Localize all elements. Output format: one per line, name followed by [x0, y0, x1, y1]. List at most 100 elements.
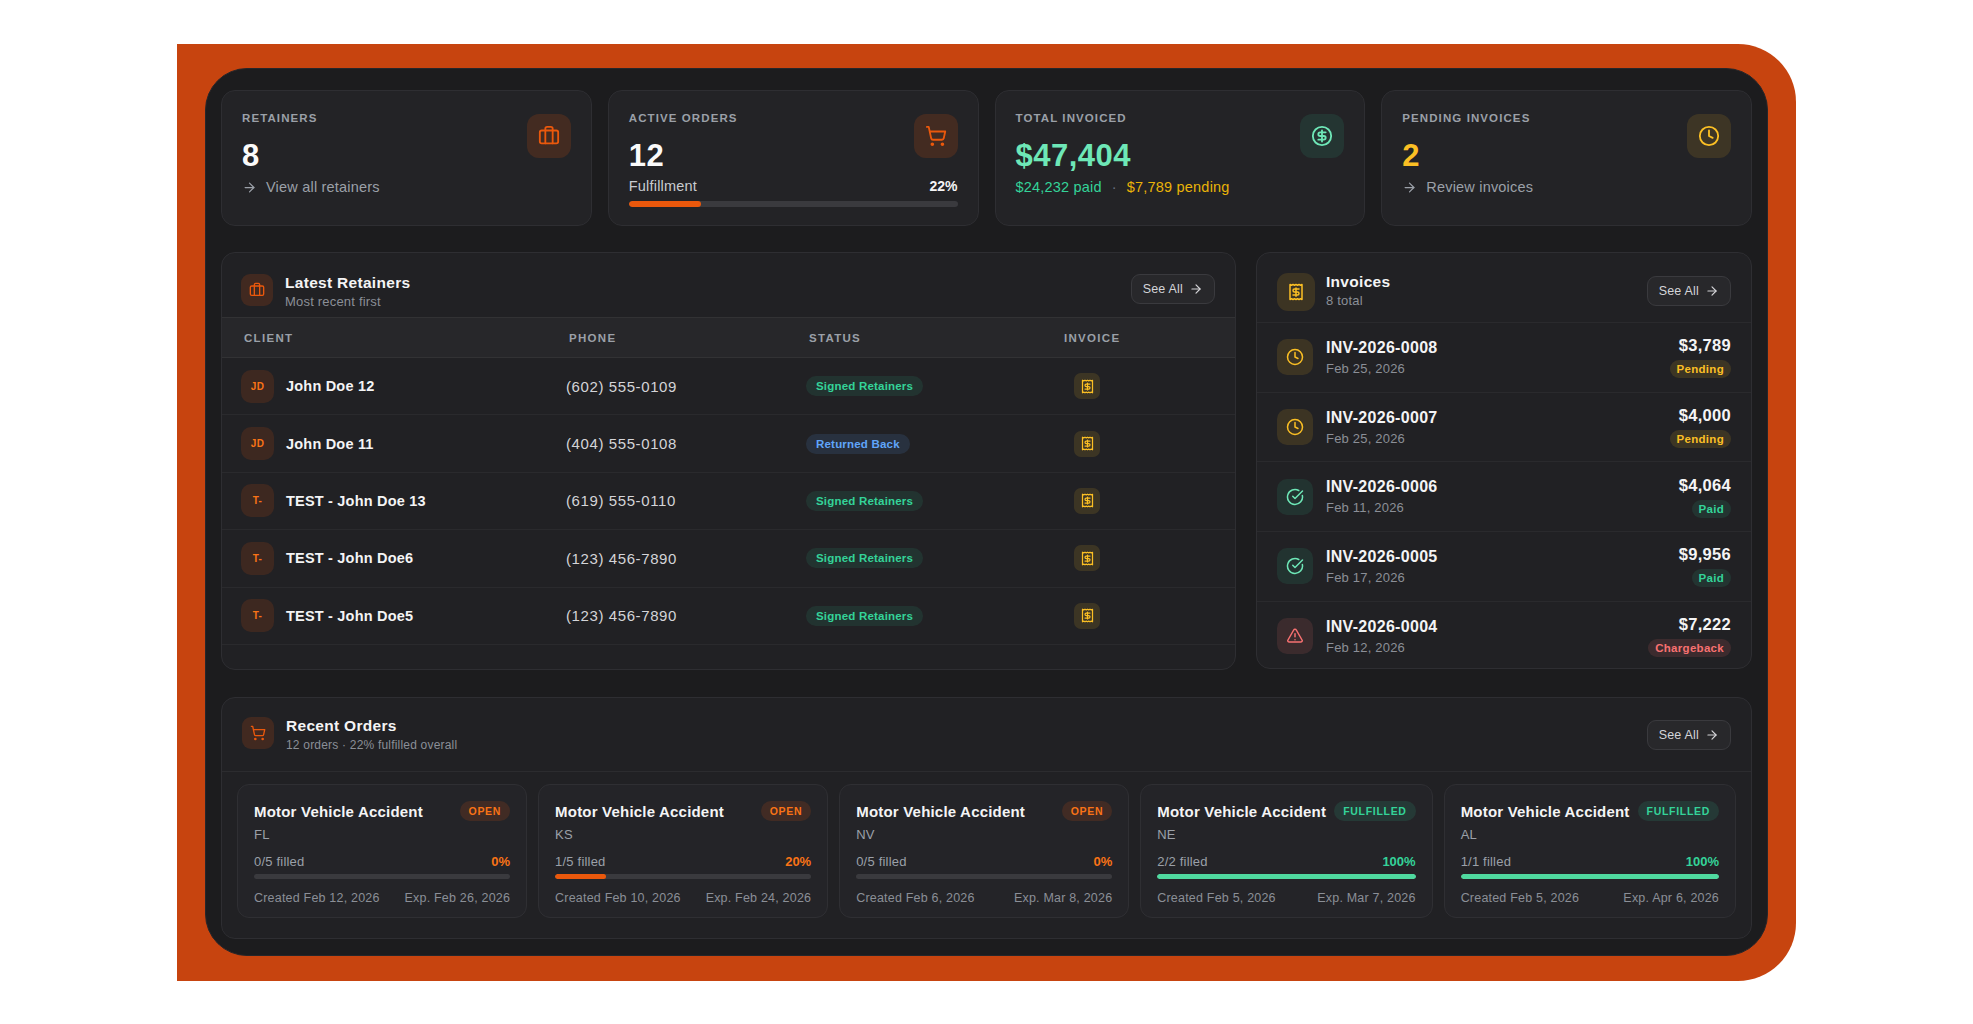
- retainers-header-text: Latest Retainers Most recent first: [285, 274, 410, 309]
- briefcase-icon: [527, 114, 571, 158]
- order-pct: 20%: [785, 854, 811, 869]
- col-invoice: INVOICE: [1064, 332, 1215, 344]
- fulfillment-progress-fill: [629, 201, 701, 207]
- status-badge: Signed Retainers: [806, 548, 923, 568]
- see-all-label: See All: [1659, 284, 1699, 298]
- arrow-right-icon: [1402, 180, 1417, 195]
- invoice-right: $9,956 Paid: [1679, 545, 1731, 587]
- receipt-icon[interactable]: [1074, 545, 1100, 571]
- arrow-right-icon: [1705, 284, 1719, 298]
- arrow-right-icon: [1189, 282, 1203, 296]
- order-state: NE: [1157, 827, 1415, 842]
- order-state: FL: [254, 827, 510, 842]
- order-title: Motor Vehicle Accident: [1461, 803, 1630, 820]
- recent-orders-panel: Recent Orders 12 orders · 22% fulfilled …: [221, 697, 1752, 939]
- panel-subtitle: Most recent first: [285, 294, 410, 309]
- invoice-row[interactable]: INV-2026-0005 Feb 17, 2026 $9,956 Paid: [1257, 531, 1751, 601]
- order-pct: 0%: [491, 854, 510, 869]
- see-all-label: See All: [1659, 728, 1699, 742]
- separator-dot: ·: [1112, 179, 1117, 195]
- invoice-row[interactable]: INV-2026-0008 Feb 25, 2026 $3,789 Pendin…: [1257, 322, 1751, 392]
- fulfillment-pct: 22%: [929, 178, 957, 194]
- orange-frame: RETAINERS 8 View all retainers ACTIVE OR…: [177, 44, 1796, 981]
- invoice-right: $3,789 Pending: [1670, 336, 1731, 378]
- panel-title: Recent Orders: [286, 717, 457, 734]
- invoice-cell: [1061, 545, 1215, 571]
- client-phone: (404) 555-0108: [566, 435, 806, 452]
- fulfillment-row: Fulfillment 22%: [629, 178, 958, 194]
- invoice-status-badge: Chargeback: [1648, 639, 1731, 657]
- client-cell: T- TEST - John Doe6: [241, 542, 566, 575]
- order-fill-row: 0/5 filled 0%: [254, 854, 510, 869]
- retainer-row[interactable]: T- TEST - John Doe 13 (619) 555-0110 Sig…: [222, 473, 1235, 530]
- avatar: JD: [241, 370, 274, 403]
- invoice-status-badge: Pending: [1670, 430, 1731, 448]
- order-state: KS: [555, 827, 811, 842]
- orders-see-all-button[interactable]: See All: [1647, 720, 1731, 750]
- order-card[interactable]: Motor Vehicle Accident OPEN FL 0/5 fille…: [237, 784, 527, 918]
- order-progressbar: [1157, 874, 1415, 879]
- review-invoices-link[interactable]: Review invoices: [1402, 179, 1533, 195]
- invoice-row[interactable]: INV-2026-0007 Feb 25, 2026 $4,000 Pendin…: [1257, 392, 1751, 462]
- retainers-see-all-button[interactable]: See All: [1131, 274, 1215, 304]
- orders-header: Recent Orders 12 orders · 22% fulfilled …: [222, 698, 1751, 771]
- order-card-top: Motor Vehicle Accident OPEN: [254, 801, 510, 821]
- dashboard: RETAINERS 8 View all retainers ACTIVE OR…: [205, 68, 1768, 956]
- panel-title: Latest Retainers: [285, 274, 410, 291]
- invoice-number: INV-2026-0008: [1326, 339, 1438, 357]
- order-pct: 100%: [1686, 854, 1719, 869]
- invoice-main: INV-2026-0006 Feb 11, 2026: [1326, 478, 1438, 515]
- shopping-cart-icon: [914, 114, 958, 158]
- order-card-top: Motor Vehicle Accident OPEN: [555, 801, 811, 821]
- retainer-row[interactable]: JD John Doe 11 (404) 555-0108 Returned B…: [222, 415, 1235, 472]
- order-card[interactable]: Motor Vehicle Accident FULFILLED NE 2/2 …: [1140, 784, 1432, 918]
- invoices-see-all-button[interactable]: See All: [1647, 276, 1731, 306]
- clock-icon: [1277, 409, 1313, 445]
- order-status-badge: OPEN: [761, 801, 812, 821]
- order-dates: Created Feb 12, 2026 Exp. Feb 26, 2026: [254, 891, 510, 905]
- order-expires: Exp. Mar 8, 2026: [1014, 891, 1112, 905]
- order-status-badge: FULFILLED: [1334, 801, 1415, 821]
- receipt-icon[interactable]: [1074, 603, 1100, 629]
- order-card[interactable]: Motor Vehicle Accident OPEN KS 1/5 fille…: [538, 784, 828, 918]
- receipt-icon[interactable]: [1074, 373, 1100, 399]
- order-created: Created Feb 12, 2026: [254, 891, 380, 905]
- mid-row: Latest Retainers Most recent first See A…: [221, 252, 1752, 670]
- stat-label: PENDING INVOICES: [1402, 112, 1731, 124]
- invoice-status-badge: Paid: [1692, 569, 1732, 587]
- order-progress-fill: [1461, 874, 1719, 879]
- invoice-row[interactable]: INV-2026-0006 Feb 11, 2026 $4,064 Paid: [1257, 461, 1751, 531]
- status-cell: Signed Retainers: [806, 491, 1061, 511]
- order-expires: Exp. Feb 24, 2026: [706, 891, 812, 905]
- client-name: TEST - John Doe6: [286, 550, 413, 566]
- invoice-main: INV-2026-0004 Feb 12, 2026: [1326, 618, 1438, 655]
- invoice-date: Feb 25, 2026: [1326, 361, 1438, 376]
- order-card[interactable]: Motor Vehicle Accident FULFILLED AL 1/1 …: [1444, 784, 1736, 918]
- receipt-icon[interactable]: [1074, 488, 1100, 514]
- invoices-header-text: Invoices 8 total: [1326, 273, 1390, 308]
- retainer-row[interactable]: T- TEST - John Doe5 (123) 456-7890 Signe…: [222, 588, 1235, 645]
- invoices-panel: Invoices 8 total See All INV-2026-0008 F…: [1256, 252, 1752, 669]
- order-card[interactable]: Motor Vehicle Accident OPEN NV 0/5 fille…: [839, 784, 1129, 918]
- order-dates: Created Feb 5, 2026 Exp. Mar 7, 2026: [1157, 891, 1415, 905]
- order-title: Motor Vehicle Accident: [555, 803, 724, 820]
- avatar: T-: [241, 542, 274, 575]
- retainer-row[interactable]: T- TEST - John Doe6 (123) 456-7890 Signe…: [222, 530, 1235, 587]
- status-badge: Signed Retainers: [806, 491, 923, 511]
- stat-link-label: Review invoices: [1426, 179, 1533, 195]
- order-progressbar: [555, 874, 811, 879]
- invoice-row[interactable]: INV-2026-0004 Feb 12, 2026 $7,222 Charge…: [1257, 601, 1751, 669]
- orders-header-text: Recent Orders 12 orders · 22% fulfilled …: [286, 717, 457, 752]
- view-all-retainers-link[interactable]: View all retainers: [242, 179, 380, 195]
- fulfillment-label: Fulfillment: [629, 178, 697, 194]
- retainer-row[interactable]: JD John Doe 12 (602) 555-0109 Signed Ret…: [222, 358, 1235, 415]
- client-cell: T- TEST - John Doe 13: [241, 484, 566, 517]
- order-title: Motor Vehicle Accident: [254, 803, 423, 820]
- invoice-cell: [1061, 488, 1215, 514]
- retainers-table-header: CLIENT PHONE STATUS INVOICE: [222, 317, 1235, 358]
- stat-label: TOTAL INVOICED: [1016, 112, 1345, 124]
- order-card-top: Motor Vehicle Accident FULFILLED: [1461, 801, 1719, 821]
- receipt-icon[interactable]: [1074, 431, 1100, 457]
- client-name: TEST - John Doe5: [286, 608, 413, 624]
- order-fill-row: 2/2 filled 100%: [1157, 854, 1415, 869]
